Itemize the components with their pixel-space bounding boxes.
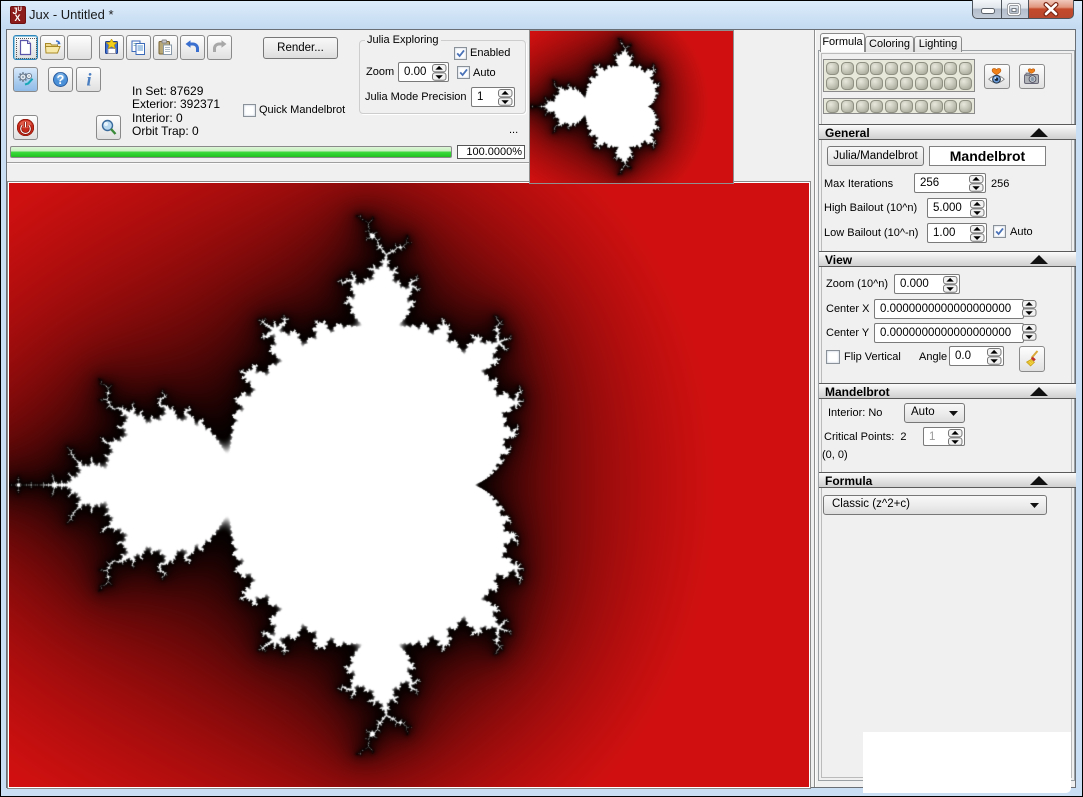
svg-text:?: ? (57, 73, 65, 87)
svg-text:i: i (86, 71, 91, 88)
